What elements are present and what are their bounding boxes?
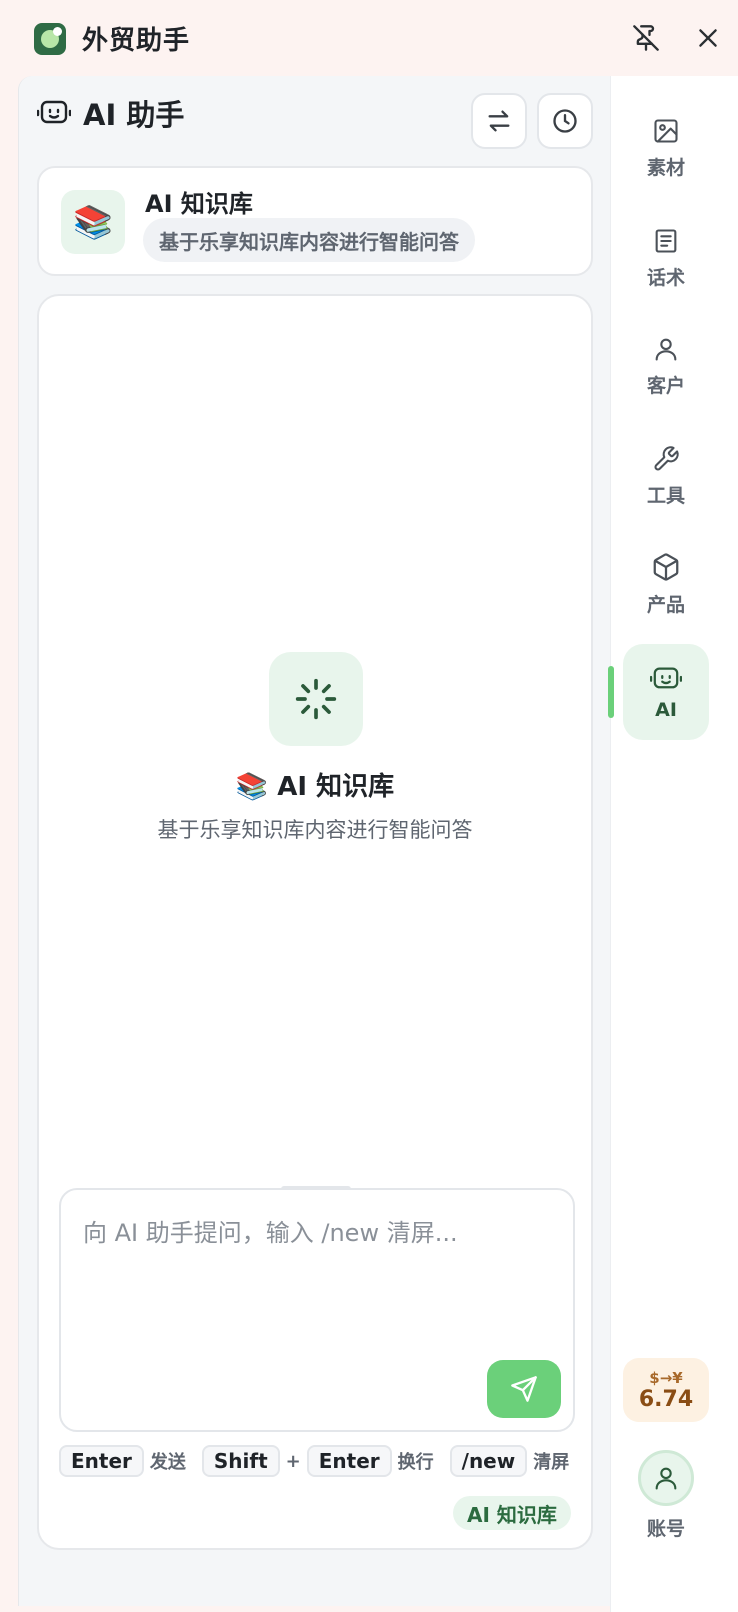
nav-label: 素材 (646, 156, 685, 179)
nav-label: 工具 (646, 484, 685, 507)
chat-area: 📚 AI 知识库 基于乐享知识库内容进行智能问答 Enter 发送 Shift … (37, 294, 593, 1550)
avatar (638, 1450, 694, 1506)
swap-arrows-icon (488, 110, 510, 132)
account-label: 账号 (646, 1518, 685, 1540)
page-title: AI 助手 (83, 98, 185, 132)
nav-item-tools[interactable]: 工具 (623, 428, 709, 524)
user-icon (655, 338, 677, 361)
chat-input[interactable] (83, 1212, 463, 1322)
panel-header: AI 助手 (19, 76, 611, 156)
shortcut-send-label: 发送 (149, 1452, 186, 1473)
nav-item-ai[interactable]: AI (623, 644, 709, 740)
exchange-rate-value: 6.74 (638, 1386, 694, 1412)
send-button[interactable] (487, 1360, 561, 1418)
box-icon (653, 552, 679, 581)
active-indicator (608, 666, 614, 718)
knowledge-base-description: 基于乐享知识库内容进行智能问答 (143, 218, 475, 262)
history-button[interactable] (537, 93, 593, 149)
exchange-rate-badge[interactable]: $→¥ 6.74 (623, 1358, 709, 1422)
ai-assistant-panel: AI 助手 📚 AI 知识库 基于乐享知识库内容进行智能问答 📚 AI 知识库 (18, 76, 610, 1606)
loading-spinner (269, 652, 363, 746)
switch-mode-button[interactable] (471, 93, 527, 149)
key-shift: Shift (201, 1445, 280, 1477)
shortcut-clear-label: 清屏 (533, 1452, 570, 1473)
mode-tag[interactable]: AI 知识库 (453, 1496, 571, 1530)
key-enter: Enter (306, 1445, 392, 1477)
pin-button[interactable] (628, 20, 664, 56)
books-icon: 📚 (61, 190, 125, 254)
close-icon (699, 29, 717, 47)
nav-item-customers[interactable]: 客户 (623, 318, 709, 414)
robot-icon (37, 100, 71, 124)
send-icon (511, 1376, 537, 1402)
empty-state-description: 基于乐享知识库内容进行智能问答 (157, 818, 473, 842)
keyboard-shortcuts: Enter 发送 Shift + Enter 换行 /new 清屏 (59, 1444, 585, 1478)
pin-off-icon (633, 25, 659, 51)
close-button[interactable] (690, 20, 726, 56)
nav-item-products[interactable]: 产品 (623, 536, 709, 632)
nav-item-materials[interactable]: 素材 (623, 100, 709, 196)
shortcut-newline-label: 换行 (397, 1452, 434, 1473)
app-logo-icon (34, 23, 66, 55)
image-icon (654, 118, 678, 143)
robot-icon (650, 667, 682, 689)
nav-label: 客户 (646, 374, 685, 397)
user-icon (655, 1467, 677, 1490)
nav-label: 话术 (646, 266, 685, 289)
nav-label: AI (655, 699, 677, 721)
title-bar: 外贸助手 (0, 0, 738, 76)
nav-item-scripts[interactable]: 话术 (623, 210, 709, 306)
document-icon (655, 228, 677, 253)
nav-rail: 素材 话术 客户 工具 产品 AI $→¥ 6.74 账号 (608, 76, 738, 1612)
key-enter: Enter (59, 1445, 144, 1477)
nav-label: 产品 (646, 593, 685, 616)
account-button[interactable]: 账号 (623, 1450, 709, 1546)
shortcut-plus: + (285, 1450, 301, 1472)
empty-state-title: 📚 AI 知识库 (235, 772, 395, 802)
knowledge-base-card[interactable]: 📚 AI 知识库 基于乐享知识库内容进行智能问答 (37, 166, 593, 276)
key-new-command: /new (449, 1445, 528, 1477)
currency-pair: $→¥ (649, 1368, 683, 1387)
wrench-icon (654, 445, 679, 470)
clock-icon (553, 109, 577, 133)
app-title: 外贸助手 (82, 26, 191, 56)
knowledge-base-title: AI 知识库 (145, 190, 253, 218)
loading-spinner-icon (295, 678, 337, 720)
chat-input-box (59, 1188, 575, 1432)
